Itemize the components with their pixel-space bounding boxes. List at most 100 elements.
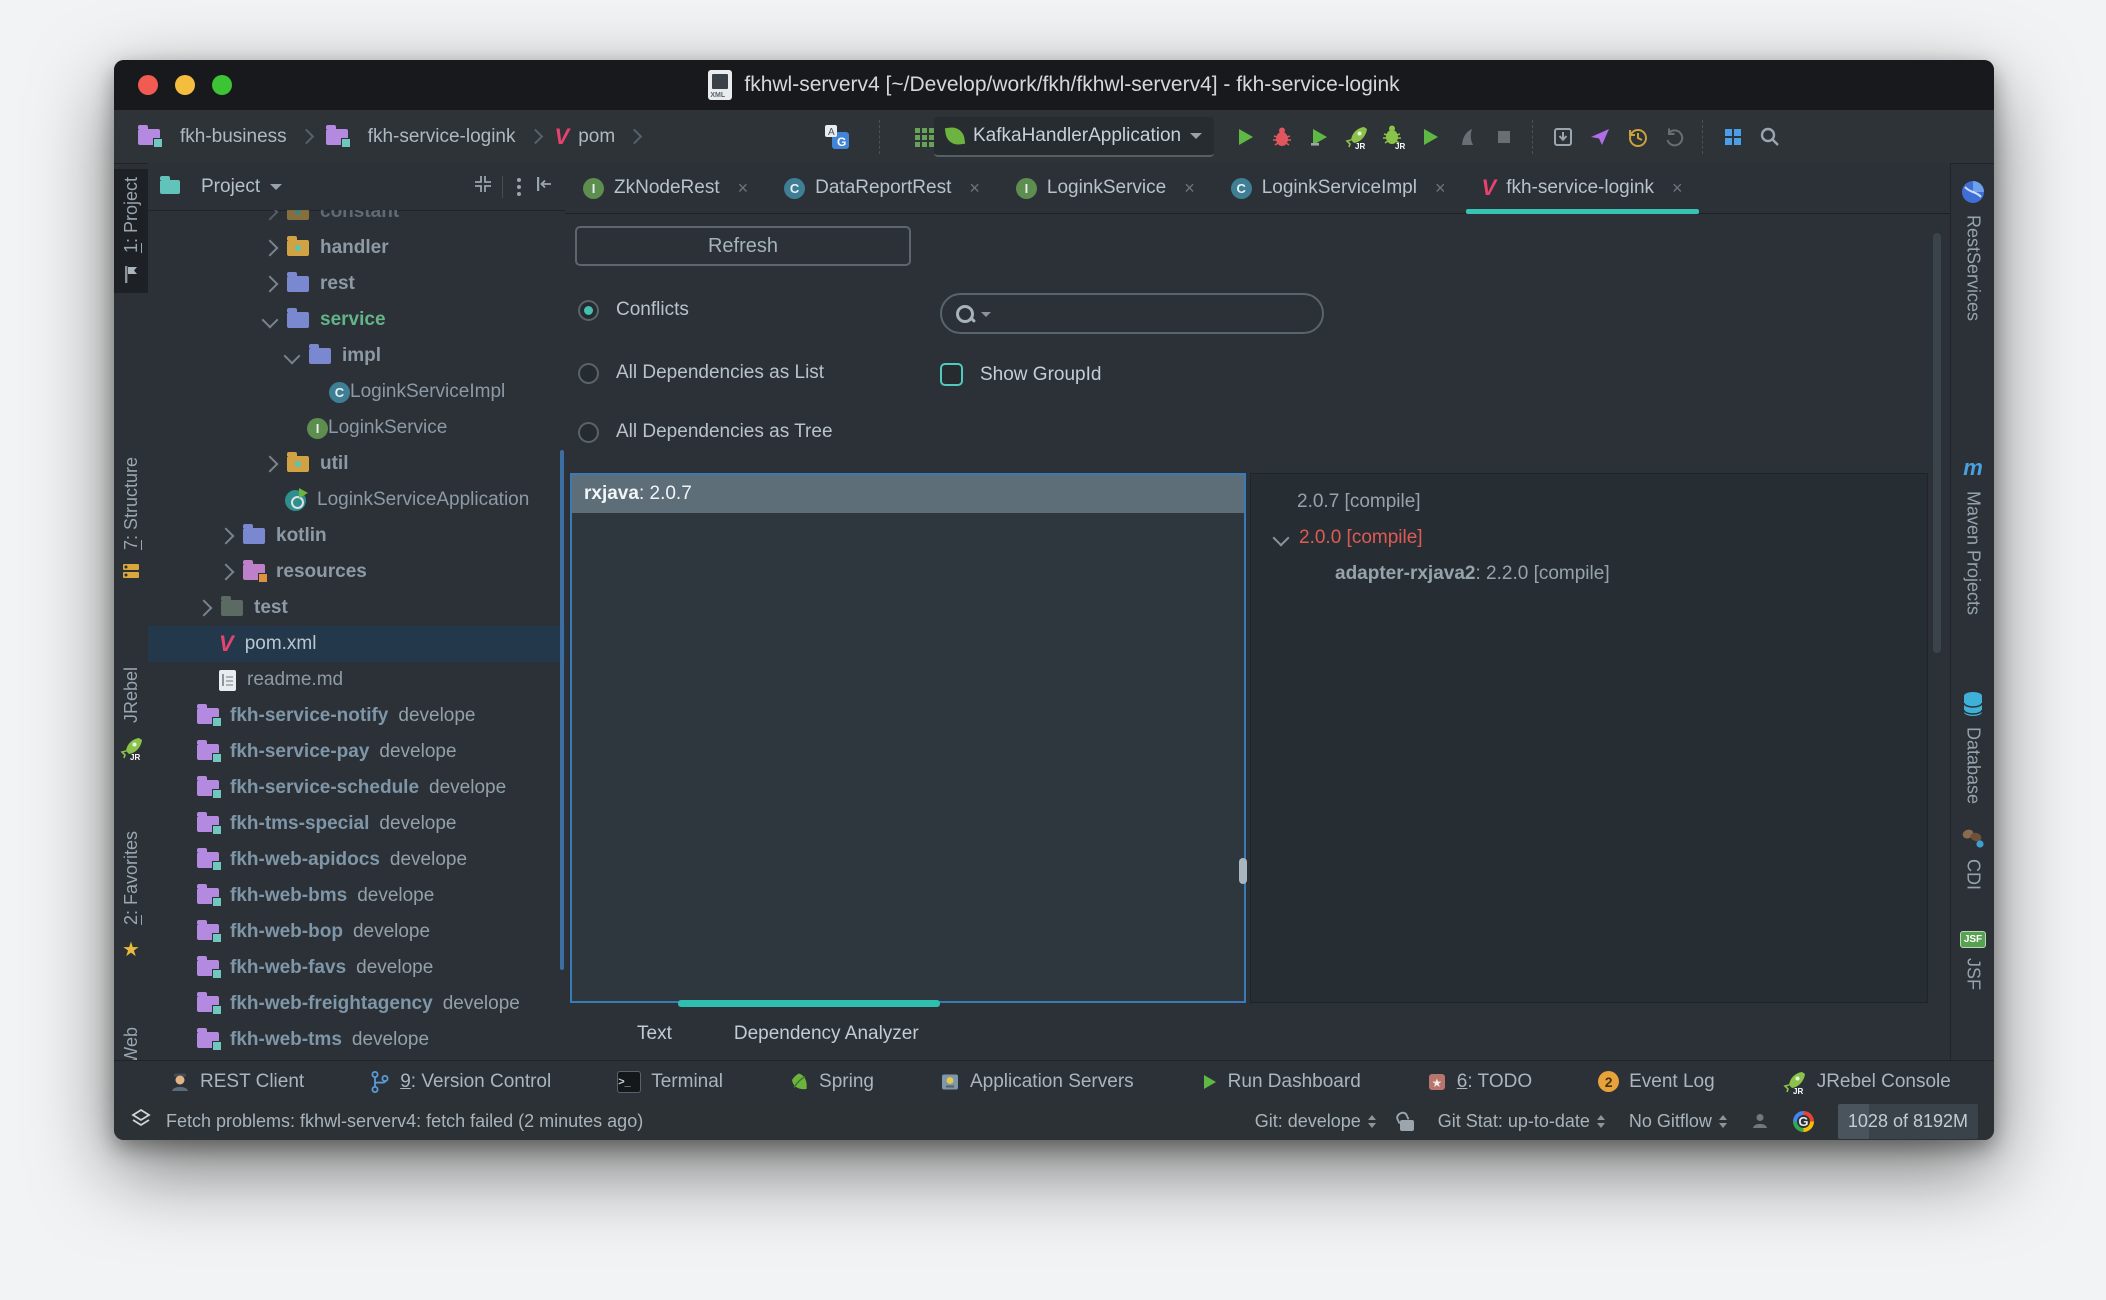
hide-panel-icon[interactable]	[535, 175, 553, 199]
rerun-button[interactable]	[1413, 120, 1446, 154]
tree-row-fkh-service-notify[interactable]: fkh-service-notifydevelope	[148, 698, 565, 734]
view-tab-text[interactable]: Text	[637, 1023, 672, 1045]
close-tab-icon[interactable]: ×	[738, 178, 749, 199]
radio-button[interactable]	[578, 300, 599, 321]
stop-button[interactable]	[1487, 120, 1520, 154]
traffic-lights[interactable]	[138, 75, 232, 95]
refresh-button[interactable]: Refresh	[575, 226, 911, 266]
close-tab-icon[interactable]: ×	[1672, 178, 1683, 199]
tree-row-readme-md[interactable]: readme.md	[148, 662, 565, 698]
run-anyway-button[interactable]	[1302, 120, 1335, 154]
run-button[interactable]	[1228, 120, 1261, 154]
tree-row-handler[interactable]: handler	[148, 230, 565, 266]
toolbar-item-maven-projects[interactable]: mMaven Projects	[1951, 455, 1994, 615]
viewers-button[interactable]	[1716, 120, 1749, 154]
detail-row-adapter-rxjava2-2-2-0-compile[interactable]: adapter-rxjava2 : 2.2.0 [compile]	[1251, 556, 1927, 592]
jrebel-run-button[interactable]: JR	[1339, 120, 1372, 154]
chevron-down-icon[interactable]	[262, 312, 279, 329]
google-icon[interactable]: G	[1793, 1111, 1814, 1132]
toolwindow-button-run-dashboard[interactable]: Run Dashboard	[1200, 1071, 1361, 1093]
tree-row-fkh-web-favs[interactable]: fkh-web-favsdevelope	[148, 950, 565, 986]
detail-row-2-0-7-compile[interactable]: 2.0.7 [compile]	[1251, 484, 1927, 520]
options-menu-icon[interactable]	[513, 178, 525, 196]
toolbar-item-2-favorites[interactable]: 2: Favorites★	[114, 823, 148, 970]
chevron-down-icon[interactable]	[284, 348, 301, 365]
toolwindow-button-rest-client[interactable]: REST Client	[170, 1071, 304, 1093]
tree-row-loginkserviceapplication[interactable]: LoginkServiceApplication	[148, 482, 565, 518]
chevron-right-icon[interactable]	[262, 210, 279, 220]
toolbar-item-jsf[interactable]: JSFJSF	[1951, 931, 1994, 990]
show-groupid-checkbox[interactable]	[940, 363, 963, 386]
tree-row-fkh-tms-special[interactable]: fkh-tms-specialdevelope	[148, 806, 565, 842]
unlock-icon[interactable]	[1400, 1120, 1414, 1131]
status-widget-git-develope[interactable]: Git: develope	[1255, 1111, 1376, 1132]
minimize-window-button[interactable]	[175, 75, 195, 95]
chevron-right-icon[interactable]	[262, 240, 279, 257]
tree-row-fkh-web-bms[interactable]: fkh-web-bmsdevelope	[148, 878, 565, 914]
tree-row-test[interactable]: test	[148, 590, 565, 626]
zoom-window-button[interactable]	[212, 75, 232, 95]
search-input[interactable]	[940, 293, 1324, 334]
editor-tab-zknoderest[interactable]: IZkNodeRest×	[565, 163, 766, 213]
stash-layers-icon[interactable]	[130, 1108, 152, 1135]
chevron-right-icon[interactable]	[218, 564, 235, 581]
chevron-down-icon[interactable]	[270, 184, 282, 196]
tree-row-util[interactable]: util	[148, 446, 565, 482]
debug-button[interactable]	[1265, 120, 1298, 154]
chevron-right-icon[interactable]	[218, 528, 235, 545]
tree-row-service[interactable]: service	[148, 302, 565, 338]
tree-row-pom-xml[interactable]: Vpom.xml	[148, 626, 565, 662]
toolbar-item-restservices[interactable]: RestServices	[1951, 179, 1994, 321]
toolbar-item-7-structure[interactable]: 7: Structure	[114, 449, 148, 588]
memory-indicator[interactable]: 1028 of 8192M	[1838, 1104, 1978, 1139]
toolbar-item-cdi[interactable]: CDI	[1951, 827, 1994, 890]
close-tab-icon[interactable]: ×	[969, 178, 980, 199]
toolwindow-button-event-log[interactable]: 2Event Log	[1598, 1071, 1715, 1093]
user-icon[interactable]	[1751, 1112, 1769, 1130]
toolwindow-button-jrebel-console[interactable]: JRJRebel Console	[1781, 1069, 1951, 1095]
toolwindow-button-6-todo[interactable]: ★6: TODO	[1427, 1071, 1532, 1093]
rollback-button[interactable]	[1657, 120, 1690, 154]
tree-row-rest[interactable]: rest	[148, 266, 565, 302]
breadcrumb-item-fkh-business[interactable]: fkh-business	[138, 126, 287, 148]
project-scrollbar[interactable]	[560, 450, 564, 970]
close-tab-icon[interactable]: ×	[1435, 178, 1446, 199]
tree-row-fkh-web-apidocs[interactable]: fkh-web-apidocsdevelope	[148, 842, 565, 878]
toolbar-item-database[interactable]: Database	[1951, 691, 1994, 804]
search-options-chevron-icon[interactable]	[981, 312, 991, 322]
splitter-handle[interactable]	[1239, 858, 1247, 884]
status-message[interactable]: Fetch problems: fkhwl-serverv4: fetch fa…	[166, 1111, 643, 1132]
editor-tab-fkh-service-logink[interactable]: Vfkh-service-logink×	[1464, 163, 1701, 213]
search-button[interactable]	[1753, 120, 1786, 154]
editor-tab-datareportrest[interactable]: CDataReportRest×	[766, 163, 998, 213]
chevron-right-icon[interactable]	[262, 276, 279, 293]
tree-row-fkh-web-tms[interactable]: fkh-web-tmsdevelope	[148, 1022, 565, 1058]
run-configuration-select[interactable]: KafkaHandlerApplication	[934, 117, 1214, 157]
jrebel-debug-button[interactable]: JR	[1376, 120, 1409, 154]
terminate-button[interactable]	[1450, 120, 1483, 154]
chevron-down-icon[interactable]	[1273, 530, 1290, 547]
radio-all-dependencies-as-tree[interactable]: All Dependencies as Tree	[578, 421, 833, 443]
toolbar-item-jrebel[interactable]: JRebelJR	[114, 659, 148, 769]
tree-row-loginkserviceimpl[interactable]: CLoginkServiceImpl	[148, 374, 565, 410]
toolwindow-button-9-version-control[interactable]: 9: Version Control	[370, 1070, 551, 1094]
radio-conflicts[interactable]: Conflicts	[578, 299, 689, 321]
translate-button[interactable]: GA	[820, 120, 853, 154]
tree-row-resources[interactable]: resources	[148, 554, 565, 590]
update-button[interactable]	[1546, 120, 1579, 154]
deploy-button[interactable]	[1583, 120, 1616, 154]
breadcrumb-item-fkh-service-logink[interactable]: fkh-service-logink	[326, 126, 516, 148]
tree-row-kotlin[interactable]: kotlin	[148, 518, 565, 554]
tree-row-constant[interactable]: constant	[148, 210, 565, 230]
radio-button[interactable]	[578, 363, 599, 384]
tree-row-impl[interactable]: impl	[148, 338, 565, 374]
radio-all-dependencies-as-list[interactable]: All Dependencies as List	[578, 362, 824, 384]
collapse-all-icon[interactable]	[474, 175, 492, 199]
status-widget-git-stat-up-to-date[interactable]: Git Stat: up-to-date	[1438, 1111, 1605, 1132]
editor-scrollbar[interactable]	[1933, 233, 1941, 653]
local-history-button[interactable]	[1620, 120, 1653, 154]
radio-button[interactable]	[578, 422, 599, 443]
tree-row-fkh-web-freightagency[interactable]: fkh-web-freightagencydevelope	[148, 986, 565, 1022]
tree-row-loginkservice[interactable]: ILoginkService	[148, 410, 565, 446]
show-groupid-option[interactable]: Show GroupId	[940, 363, 1101, 386]
